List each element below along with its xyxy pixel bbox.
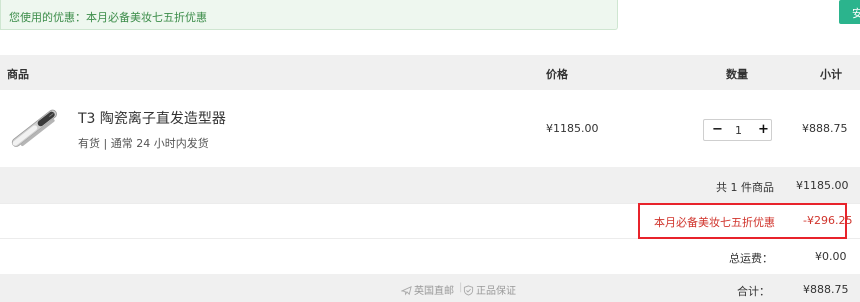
item-count-value: ¥1185.00 xyxy=(796,179,849,192)
cart-item-row: T3 陶瓷离子直发造型器 有货 | 通常 24 小时内发货 ¥1185.00 −… xyxy=(0,90,860,167)
direct-mail-badge: 英国直邮 xyxy=(400,282,454,297)
quantity-decrease-button[interactable]: − xyxy=(712,122,723,137)
promo-name: 本月必备美妆七五折优惠 xyxy=(86,11,207,24)
hair-straightener-image[interactable] xyxy=(6,104,64,154)
promo-label: 您使用的优惠： xyxy=(9,11,86,24)
product-name[interactable]: T3 陶瓷离子直发造型器 xyxy=(78,108,226,128)
promo-banner: 您使用的优惠：本月必备美妆七五折优惠 xyxy=(0,0,618,30)
discount-highlight: 本月必备美妆七五折优惠 -¥296.25 xyxy=(638,203,852,239)
shield-check-icon xyxy=(463,285,474,296)
summary-total-row: 英国直邮 | 正品保证 合计： ¥888.75 xyxy=(0,274,860,302)
authentic-badge: 正品保证 xyxy=(463,282,516,297)
top-action-button[interactable]: 安 xyxy=(839,0,860,24)
total-label: 合计： xyxy=(737,285,770,298)
product-stock-status: 有货 | 通常 24 小时内发货 xyxy=(78,137,209,150)
shipping-label: 总运费： xyxy=(729,252,773,265)
airplane-icon xyxy=(400,286,412,296)
product-subtotal: ¥888.75 xyxy=(802,122,848,135)
total-value: ¥888.75 xyxy=(803,283,849,296)
direct-mail-label: 英国直邮 xyxy=(414,286,454,297)
summary-shipping-row: 总运费： ¥0.00 xyxy=(0,239,860,274)
product-price: ¥1185.00 xyxy=(546,122,599,135)
quantity-stepper: − 1 + xyxy=(703,119,772,141)
discount-value: -¥296.25 xyxy=(803,214,853,227)
cart-page: 您使用的优惠：本月必备美妆七五折优惠 安 商品 价格 数量 小计 T3 陶瓷离子… xyxy=(0,0,860,302)
quantity-increase-button[interactable]: + xyxy=(758,122,769,137)
header-product: 商品 xyxy=(7,68,29,81)
promo-text: 您使用的优惠：本月必备美妆七五折优惠 xyxy=(9,9,207,25)
header-subtotal: 小计 xyxy=(820,68,842,81)
top-action-button-label: 安 xyxy=(852,7,860,20)
discount-label: 本月必备美妆七五折优惠 xyxy=(654,216,775,229)
shipping-value: ¥0.00 xyxy=(815,250,847,263)
header-quantity: 数量 xyxy=(726,68,748,81)
authentic-label: 正品保证 xyxy=(476,286,516,297)
badge-divider: | xyxy=(459,282,463,293)
item-count-label: 共 1 件商品 xyxy=(716,181,774,194)
quantity-value[interactable]: 1 xyxy=(735,124,742,137)
summary-item-count-row: 共 1 件商品 ¥1185.00 xyxy=(0,167,860,203)
header-price: 价格 xyxy=(546,68,568,81)
cart-table-header: 商品 价格 数量 小计 xyxy=(0,55,860,90)
